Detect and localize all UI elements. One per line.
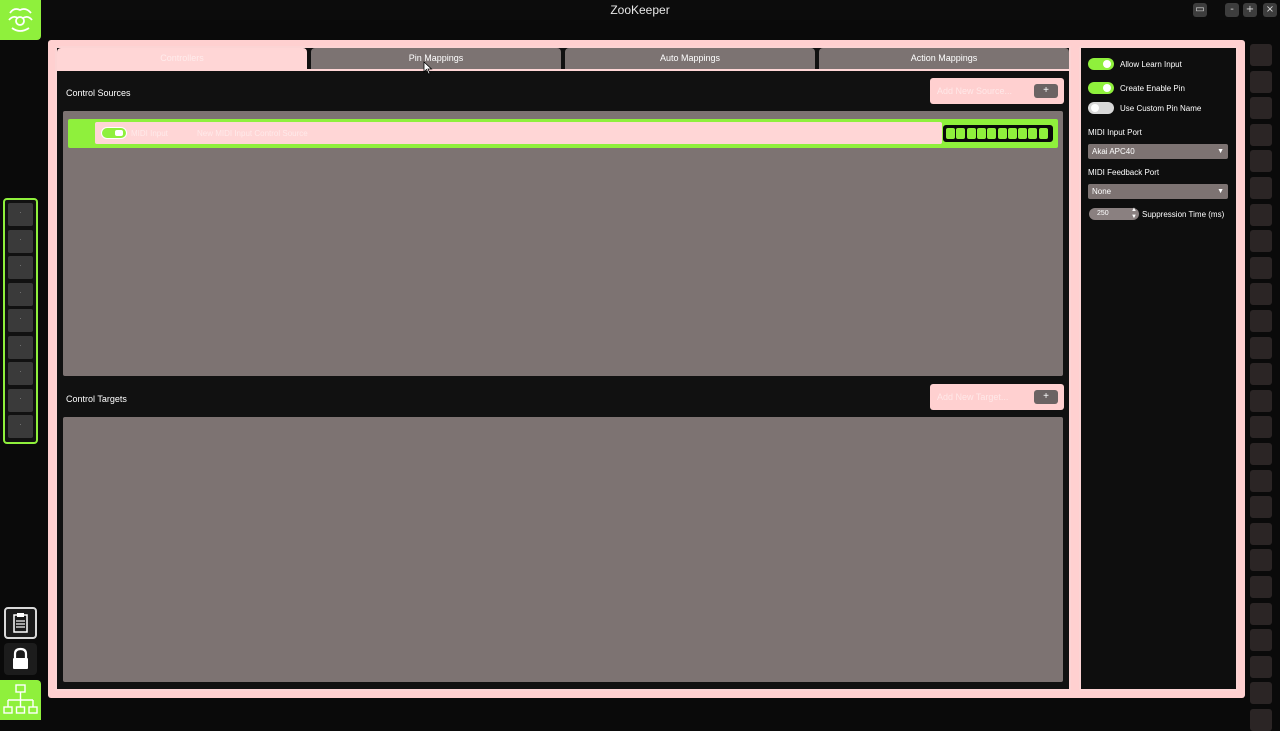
edge-slot[interactable] [1250, 389, 1272, 412]
edge-slot[interactable] [1250, 230, 1272, 253]
add-target-label[interactable]: Add New Target... [937, 392, 1008, 402]
midi-feedback-port-value: None [1092, 187, 1112, 196]
edge-slot[interactable] [1250, 496, 1272, 519]
meter-led [987, 128, 997, 139]
tab-action-mappings[interactable]: Action Mappings [819, 48, 1069, 70]
control-targets-list[interactable] [63, 417, 1063, 682]
lock-button[interactable] [4, 643, 37, 675]
track-slot[interactable]: · [8, 309, 33, 332]
control-sources-title: Control Sources [66, 88, 131, 98]
midi-input-port-value: Akai APC40 [1092, 147, 1135, 156]
add-source-label[interactable]: Add New Source... [937, 86, 1012, 96]
clipboard-button[interactable] [4, 607, 37, 639]
chevron-down-icon: ▼ [1217, 188, 1224, 195]
edge-slot[interactable] [1250, 97, 1272, 120]
edge-slot[interactable] [1250, 602, 1272, 625]
allow-learn-label: Allow Learn Input [1120, 60, 1182, 69]
minimize-button[interactable]: - [1225, 3, 1239, 17]
midi-feedback-port-select[interactable]: None ▼ [1088, 184, 1228, 199]
midi-feedback-port-label: MIDI Feedback Port [1088, 168, 1160, 177]
screen-icon[interactable]: ▭ [1193, 3, 1207, 17]
track-slot[interactable]: · [8, 229, 33, 253]
meter-led [997, 128, 1007, 139]
tab-controllers[interactable]: Controllers [57, 48, 307, 70]
edge-slot[interactable] [1250, 283, 1272, 306]
allow-learn-toggle[interactable] [1088, 58, 1114, 70]
track-slot[interactable]: · [8, 362, 33, 385]
maximize-button[interactable]: + [1243, 3, 1257, 17]
edge-slot[interactable] [1250, 336, 1272, 359]
edge-slot[interactable] [1250, 150, 1272, 173]
edge-slot[interactable] [1250, 70, 1272, 93]
add-target-box[interactable]: Add New Target... + [930, 384, 1064, 410]
edge-slot[interactable] [1250, 363, 1272, 386]
track-slot[interactable]: · [8, 335, 33, 359]
meter-led [1028, 128, 1038, 139]
edge-slot[interactable] [1250, 203, 1272, 226]
network-icon [3, 684, 38, 714]
chevron-down-icon: ▼ [1217, 148, 1224, 155]
close-button[interactable]: × [1263, 3, 1277, 17]
meter-led [956, 128, 966, 139]
midi-input-port-label: MIDI Input Port [1088, 128, 1142, 137]
edge-slot[interactable] [1250, 522, 1272, 545]
source-enable-toggle[interactable] [101, 127, 127, 139]
mouse-cursor-icon [423, 61, 433, 75]
add-target-button[interactable]: + [1034, 390, 1058, 404]
spinner-arrows-icon[interactable]: ▲ ▼ [1131, 207, 1137, 221]
edge-slot[interactable] [1250, 629, 1272, 652]
track-slot[interactable]: · [8, 203, 33, 226]
track-slot[interactable]: · [8, 415, 33, 438]
meter-led [1018, 128, 1028, 139]
edge-slot[interactable] [1250, 443, 1272, 465]
lock-icon [13, 647, 28, 669]
control-targets-title: Control Targets [66, 394, 127, 404]
edge-slot[interactable] [1250, 549, 1272, 572]
network-button[interactable] [0, 680, 41, 720]
tab-underline [57, 69, 1069, 71]
add-source-box[interactable]: Add New Source... + [930, 78, 1064, 104]
zookeeper-logo-icon [8, 8, 33, 32]
source-activity-meter [942, 124, 1054, 143]
edge-slot[interactable] [1250, 682, 1272, 705]
edge-slot[interactable] [1250, 44, 1272, 66]
meter-led [976, 128, 986, 139]
track-slot[interactable]: · [8, 282, 33, 306]
midi-input-port-select[interactable]: Akai APC40 ▼ [1088, 144, 1228, 159]
custom-pin-name-toggle[interactable] [1088, 102, 1114, 114]
meter-led [966, 128, 976, 139]
edge-slot[interactable] [1250, 123, 1272, 146]
meter-led [1007, 128, 1017, 139]
track-slot[interactable]: · [8, 256, 33, 279]
meter-led [946, 128, 955, 139]
edge-slot[interactable] [1250, 310, 1272, 332]
edge-slot[interactable] [1250, 709, 1272, 731]
suppression-time-label: Suppression Time (ms) [1142, 210, 1225, 219]
app-logo[interactable] [0, 0, 41, 40]
create-enable-pin-label: Create Enable Pin [1120, 84, 1185, 93]
edge-slot[interactable] [1250, 416, 1272, 439]
suppression-time-spinner[interactable]: 250 ▲ ▼ [1089, 207, 1139, 221]
edge-slot[interactable] [1250, 469, 1272, 492]
edge-slot[interactable] [1250, 177, 1272, 199]
custom-pin-name-label: Use Custom Pin Name [1120, 104, 1202, 113]
create-enable-pin-toggle[interactable] [1088, 82, 1114, 94]
source-type-label: MIDI Input [131, 129, 168, 138]
suppression-time-value[interactable]: 250 [1097, 210, 1109, 217]
edge-slot[interactable] [1250, 256, 1272, 279]
track-slot[interactable]: · [8, 388, 33, 412]
meter-led [1038, 128, 1048, 139]
properties-panel [1079, 46, 1238, 691]
clipboard-icon [13, 613, 28, 633]
edge-slot[interactable] [1250, 576, 1272, 598]
add-source-button[interactable]: + [1034, 84, 1058, 98]
edge-slot[interactable] [1250, 655, 1272, 678]
window-title: ZooKeeper [610, 3, 670, 17]
tab-auto-mappings[interactable]: Auto Mappings [565, 48, 815, 70]
control-sources-list[interactable] [63, 111, 1063, 376]
tab-pin-mappings[interactable]: Pin Mappings [311, 48, 561, 70]
source-name-field[interactable]: New MIDI Input Control Source [197, 129, 308, 138]
